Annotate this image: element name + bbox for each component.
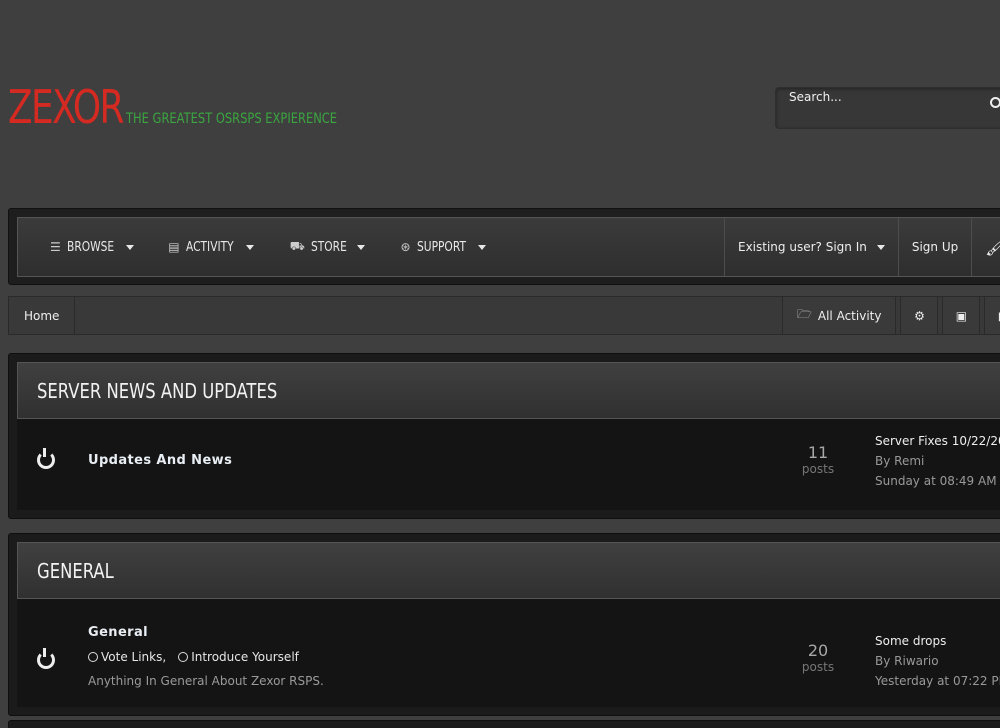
signin-link[interactable]: Existing user? Sign In: [724, 218, 898, 276]
post-count: 11 posts: [793, 443, 843, 476]
brush-icon: 🖌: [985, 237, 1000, 257]
nav-support[interactable]: ⊛ SUPPORT: [401, 218, 487, 276]
category-title: GENERAL: [37, 558, 114, 583]
category-header[interactable]: GENERAL: [17, 542, 1000, 599]
subforum-label: Introduce Yourself: [191, 650, 299, 664]
circle-icon: [88, 652, 98, 662]
logo-text: ZEXOR: [8, 80, 124, 134]
last-post-title[interactable]: Server Fixes 10/22/2017: [875, 431, 1000, 451]
user-nav: Existing user? Sign In Sign Up 🖌: [724, 218, 1000, 276]
last-post: Some drops By Riwario Yesterday at 07:22…: [875, 631, 1000, 691]
last-post-title[interactable]: Some drops: [875, 631, 1000, 651]
category-header[interactable]: SERVER NEWS AND UPDATES: [17, 362, 1000, 419]
search-input[interactable]: [789, 90, 979, 104]
subforum-label: Vote Links: [101, 650, 163, 664]
folder-open-icon: 🗁: [797, 307, 812, 321]
subforum-introduce-yourself[interactable]: Introduce Yourself: [178, 650, 299, 664]
all-activity-label: All Activity: [817, 308, 882, 323]
last-post-author[interactable]: By Riwario: [875, 651, 1000, 671]
subforum-list: Vote Links, Introduce Yourself: [88, 650, 299, 664]
last-post-time: Yesterday at 07:22 PM: [875, 674, 1000, 688]
breadcrumb-actions: 🗁 All Activity ⚙ ▣ ▶: [782, 297, 1000, 334]
twitch-button[interactable]: ▣: [942, 297, 981, 334]
category-next: [8, 720, 1000, 728]
circle-icon: [178, 652, 189, 662]
breadcrumb-home[interactable]: Home: [9, 297, 76, 334]
nav-activity[interactable]: ▤ ACTIVITY: [168, 218, 254, 276]
caret-down-icon: [478, 244, 487, 250]
main-nav: ☰ BROWSE ▤ ACTIVITY ⛟ STORE ⊛ SUPPORT Ex…: [17, 217, 1000, 277]
nav-store[interactable]: ⛟ STORE: [290, 218, 365, 276]
site-logo[interactable]: ZEXOR THE GREATEST OSRSPS EXPIERENCE: [8, 80, 383, 134]
cart-icon: ⛟: [289, 239, 305, 253]
nav-support-label: SUPPORT: [416, 239, 466, 255]
breadcrumb: Home 🗁 All Activity ⚙ ▣ ▶: [8, 296, 1000, 335]
caret-down-icon: [876, 244, 885, 250]
all-activity-button[interactable]: 🗁 All Activity: [782, 297, 897, 334]
caret-down-icon: [356, 244, 365, 250]
main-nav-container: ☰ BROWSE ▤ ACTIVITY ⛟ STORE ⊛ SUPPORT Ex…: [8, 208, 1000, 285]
list-icon: ☰: [50, 240, 61, 254]
nav-browse[interactable]: ☰ BROWSE: [50, 218, 135, 276]
forum-description: Anything In General About Zexor RSPS.: [88, 674, 324, 688]
post-count-number: 11: [807, 443, 829, 462]
forum-title-link[interactable]: Updates And News: [88, 453, 232, 468]
signin-label: Existing user? Sign In: [738, 240, 867, 254]
steam-icon: ⚙: [914, 308, 925, 323]
search-box[interactable]: [775, 87, 1000, 129]
signup-link[interactable]: Sign Up: [897, 218, 971, 276]
last-post-time: Sunday at 08:49 AM: [875, 474, 997, 488]
post-count-number: 20: [807, 641, 829, 660]
document-icon: ▤: [168, 240, 180, 254]
post-count-label: posts: [801, 462, 835, 476]
forum-status-icon: [37, 648, 55, 669]
last-post: Server Fixes 10/22/2017 By Remi Sunday a…: [875, 431, 1000, 491]
twitch-icon: ▣: [955, 308, 968, 323]
lifebuoy-icon: ⊛: [400, 240, 411, 254]
forum-status-icon: [37, 448, 55, 469]
youtube-button[interactable]: ▶: [984, 297, 1000, 334]
forum-row: Updates And News 11 posts Server Fixes 1…: [17, 419, 1000, 510]
steam-button[interactable]: ⚙: [900, 297, 939, 334]
theme-button[interactable]: 🖌: [971, 218, 1000, 276]
category-title: SERVER NEWS AND UPDATES: [37, 378, 278, 403]
search-icon[interactable]: [990, 97, 1000, 108]
last-post-author[interactable]: By Remi: [875, 451, 1000, 471]
post-count: 20 posts: [793, 641, 843, 674]
forum-row: General Vote Links, Introduce Yourself A…: [17, 599, 1000, 707]
nav-store-label: STORE: [310, 239, 347, 255]
nav-browse-label: BROWSE: [66, 239, 114, 255]
category-server-news: SERVER NEWS AND UPDATES Updates And News…: [8, 353, 1000, 519]
forum-title-link[interactable]: General: [88, 625, 148, 640]
signup-label: Sign Up: [911, 240, 959, 254]
caret-down-icon: [126, 244, 135, 250]
nav-activity-label: ACTIVITY: [185, 239, 234, 255]
logo-tagline: THE GREATEST OSRSPS EXPIERENCE: [126, 111, 338, 127]
category-general: GENERAL General Vote Links, Introduce Yo…: [8, 533, 1000, 716]
caret-down-icon: [245, 244, 254, 250]
post-count-label: posts: [801, 660, 835, 674]
subforum-vote-links[interactable]: Vote Links,: [88, 650, 166, 664]
